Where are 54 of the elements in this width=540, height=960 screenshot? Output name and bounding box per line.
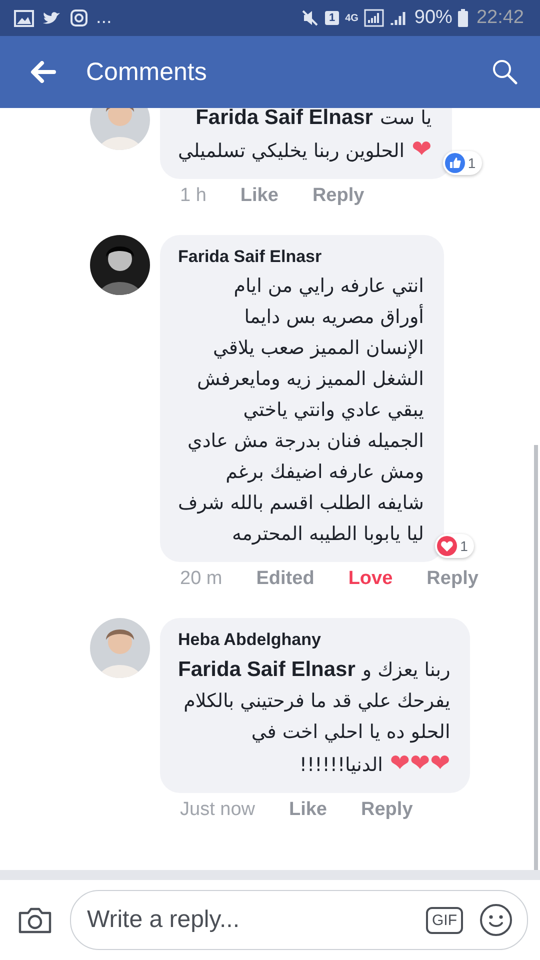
mention-link[interactable]: Farida Saif Elnasr [178, 658, 356, 681]
author-name[interactable]: Farida Saif Elnasr [178, 247, 424, 267]
author-name[interactable]: Heba Abdelghany [178, 630, 450, 650]
reply-button[interactable]: Reply [426, 568, 478, 590]
mute-icon [300, 9, 319, 27]
comment-text: الشغل المميز زيه ومايعرفش [196, 368, 424, 390]
comment-text: انتي عارفه رايي من ايام [234, 275, 424, 297]
camera-icon[interactable] [18, 906, 52, 934]
comment-time: 1 h [180, 185, 206, 207]
reply-button[interactable]: Reply [312, 185, 364, 207]
mention-link[interactable]: Farida Saif Elnasr [196, 108, 373, 129]
camera-icon [70, 9, 88, 27]
comment-text: أوراق مصريه بس دايما [244, 306, 424, 328]
page-title: Comments [86, 58, 208, 86]
comment-text: ليا يابوبا الطيبه المحترمه [232, 523, 424, 545]
signal-icon [390, 9, 408, 27]
reaction-count[interactable]: 1 [435, 534, 474, 558]
comment-text: يبقي عادي وانتي ياختي [243, 399, 424, 421]
gif-button[interactable]: GIF [426, 906, 463, 934]
sim-badge: 1 [324, 11, 340, 25]
battery-level: 90% [414, 7, 452, 29]
comment-text: الإنسان المميز صعب يلاقي [212, 337, 424, 359]
battery-icon [458, 9, 468, 27]
back-icon[interactable] [30, 61, 56, 83]
comment-text: يفرحك علي قد ما فرحتيني بالكلام [184, 690, 450, 712]
more-indicator: ... [96, 7, 112, 29]
bird-icon [42, 10, 62, 26]
comment-text: الحلو ده يا احلي اخت في [251, 721, 450, 743]
comment-text: ومش عارفه اضيفك برغم [226, 461, 424, 483]
edited-label[interactable]: Edited [256, 568, 314, 590]
comment-time: Just now [180, 799, 255, 821]
comment-text: يا ست [380, 108, 432, 129]
comment-text: الحلوين ربنا يخليكي تسلميلي [178, 140, 405, 162]
reply-field[interactable]: Write a reply... GIF [70, 890, 528, 950]
reaction-count[interactable]: 1 [442, 151, 482, 175]
reply-button[interactable]: Reply [361, 799, 413, 821]
reaction-button[interactable]: Like [240, 185, 278, 207]
reaction-button[interactable]: Love [348, 568, 393, 590]
reaction-button[interactable]: Like [288, 799, 328, 821]
comment-time: 20 m [180, 568, 222, 590]
network-type: 4G [345, 12, 358, 24]
comment-text: ربنا يعزك و [362, 659, 450, 681]
image-icon [14, 10, 34, 26]
heart-emoji: ❤ [412, 135, 432, 163]
heart-emoji: ❤❤❤ [390, 749, 450, 777]
clock: 22:42 [476, 7, 524, 29]
smiley-icon[interactable] [479, 903, 513, 937]
comment-text: الجميله فنان بدرجة مش عادي [187, 430, 424, 452]
scrollbar[interactable] [534, 445, 538, 870]
signal-icon [364, 9, 384, 27]
thumbs-up-icon [444, 153, 465, 173]
search-icon[interactable] [492, 59, 518, 85]
comment-text: الدنيا!!!!!! [299, 754, 383, 776]
comment-text: شايفه الطلب اقسم بالله شرف [178, 492, 424, 514]
